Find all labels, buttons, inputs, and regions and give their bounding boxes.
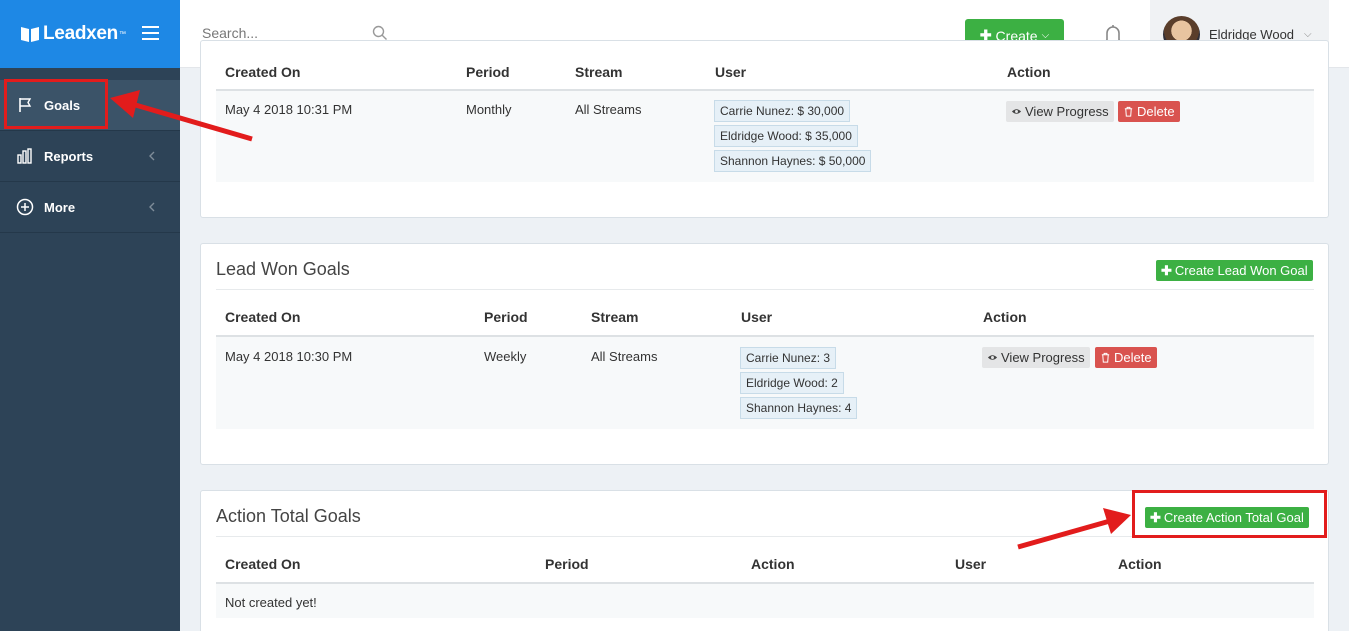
column-header: Action: [1007, 64, 1051, 80]
brand-tm: ™: [119, 30, 126, 38]
column-header: Action: [1118, 556, 1162, 572]
view-progress-button[interactable]: View Progress: [982, 347, 1090, 368]
column-header: Period: [545, 556, 589, 572]
view-progress-label: View Progress: [1001, 350, 1085, 365]
view-progress-button[interactable]: View Progress: [1006, 101, 1114, 122]
plus-icon: ✚: [1161, 262, 1172, 278]
column-header: Action: [983, 309, 1027, 325]
action-total-goals-panel: Action Total Goals ✚ Create Action Total…: [200, 490, 1329, 631]
column-header: Period: [484, 309, 528, 325]
column-header: Action: [751, 556, 795, 572]
create-lead-won-goal-button[interactable]: ✚ Create Lead Won Goal: [1156, 260, 1313, 281]
panel-divider: [216, 289, 1314, 290]
bar-chart-icon: [16, 147, 34, 165]
brand-bar: Leadxen ™: [0, 0, 180, 68]
column-header: Created On: [225, 556, 301, 572]
panel-title: Lead Won Goals: [216, 259, 350, 279]
table-row: [216, 584, 1314, 618]
delete-label: Delete: [1137, 104, 1175, 119]
panel-title: Action Total Goals: [216, 506, 361, 526]
eye-icon: [987, 355, 998, 360]
sidebar-item-label: Reports: [44, 148, 94, 164]
sidebar-item-label: More: [44, 199, 76, 215]
trash-icon: [1101, 352, 1110, 363]
sidebar-item-goals[interactable]: Goals: [0, 80, 180, 131]
sidebar-item-reports[interactable]: Reports: [0, 131, 180, 182]
chevron-left-icon: [149, 151, 155, 161]
flag-icon: [16, 96, 34, 114]
column-header: Created On: [225, 309, 301, 325]
stream-cell: All Streams: [591, 349, 658, 364]
eye-icon: [1011, 109, 1022, 114]
user-tag: Eldridge Wood: 2: [740, 372, 844, 394]
created-on-cell: May 4 2018 10:30 PM: [225, 349, 353, 364]
book-logo-icon: [21, 27, 39, 42]
empty-state-text: Not created yet!: [225, 595, 317, 610]
sidebar: Leadxen ™ Goals Reports More: [0, 0, 180, 631]
delete-label: Delete: [1114, 350, 1152, 365]
chevron-left-icon: [149, 202, 155, 212]
column-header: User: [955, 556, 987, 572]
lead-won-goals-panel: Lead Won Goals ✚ Create Lead Won Goal Cr…: [200, 243, 1329, 465]
plus-icon: ✚: [1150, 509, 1161, 525]
user-tag: Shannon Haynes: 4: [740, 397, 858, 419]
trash-icon: [1124, 106, 1133, 117]
stream-cell: All Streams: [575, 102, 642, 117]
create-lead-won-goal-label: Create Lead Won Goal: [1174, 263, 1308, 278]
brand-logo[interactable]: Leadxen ™: [20, 23, 126, 45]
create-action-total-goal-label: Create Action Total Goal: [1163, 510, 1304, 525]
hamburger-menu-icon[interactable]: [142, 26, 159, 40]
chevron-down-icon: ⌵: [1304, 28, 1312, 40]
column-header: User: [741, 309, 773, 325]
plus-circle-icon: [16, 198, 34, 216]
user-tag: Shannon Haynes: $ 50,000: [714, 150, 872, 172]
user-tag: Carrie Nunez: $ 30,000: [714, 100, 851, 122]
revenue-goals-panel: Created On Period Stream User Action May…: [200, 40, 1329, 218]
user-tag: Carrie Nunez: 3: [740, 347, 837, 369]
delete-button[interactable]: Delete: [1118, 101, 1180, 122]
view-progress-label: View Progress: [1025, 104, 1109, 119]
column-header: User: [715, 64, 747, 80]
column-header: Stream: [575, 64, 623, 80]
column-header: Period: [466, 64, 510, 80]
delete-button[interactable]: Delete: [1095, 347, 1157, 368]
sidebar-item-label: Goals: [44, 97, 81, 113]
period-cell: Weekly: [484, 349, 527, 364]
sidebar-item-more[interactable]: More: [0, 182, 180, 233]
brand-name: Leadxen: [43, 23, 118, 44]
column-header: Stream: [591, 309, 639, 325]
column-header: Created On: [225, 64, 301, 80]
period-cell: Monthly: [466, 102, 512, 117]
create-action-total-goal-button[interactable]: ✚ Create Action Total Goal: [1145, 507, 1309, 528]
created-on-cell: May 4 2018 10:31 PM: [225, 102, 353, 117]
panel-divider: [216, 536, 1314, 537]
search-icon[interactable]: [372, 25, 388, 41]
user-tag: Eldridge Wood: $ 35,000: [714, 125, 858, 147]
